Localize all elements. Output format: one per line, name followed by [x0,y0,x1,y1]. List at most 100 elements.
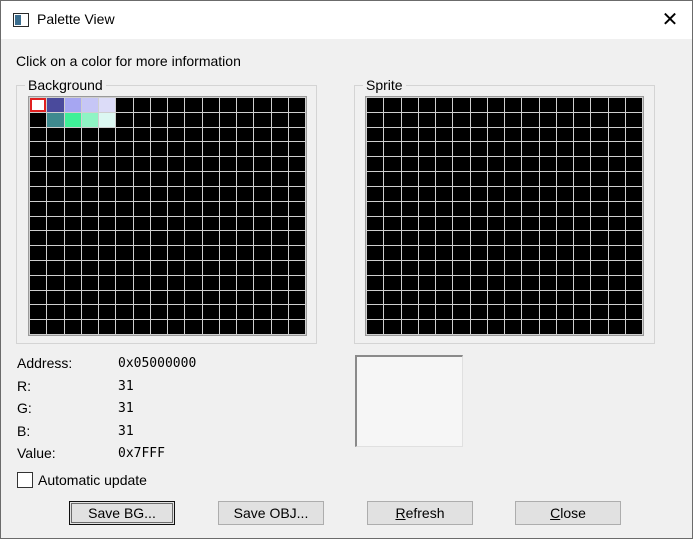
background-palette-swatch[interactable] [168,157,184,171]
background-palette-swatch[interactable] [99,172,115,186]
sprite-palette-swatch[interactable] [574,217,590,230]
sprite-palette-swatch[interactable] [505,261,521,275]
sprite-palette-swatch[interactable] [419,217,435,230]
sprite-palette-swatch[interactable] [557,187,573,201]
sprite-palette-swatch[interactable] [436,320,452,334]
background-palette-swatch[interactable] [254,276,271,290]
background-palette-swatch[interactable] [116,172,133,186]
sprite-palette-swatch[interactable] [540,98,556,112]
sprite-palette-swatch[interactable] [574,113,590,127]
sprite-palette-swatch[interactable] [436,231,452,245]
sprite-palette-swatch[interactable] [367,113,383,127]
background-palette-swatch[interactable] [82,276,98,290]
background-palette-swatch[interactable] [99,142,115,156]
sprite-palette-swatch[interactable] [505,187,521,201]
background-palette-swatch[interactable] [65,217,81,230]
sprite-palette-swatch[interactable] [522,113,539,127]
sprite-palette-swatch[interactable] [419,202,435,216]
sprite-palette-swatch[interactable] [436,157,452,171]
background-palette-swatch[interactable] [82,202,98,216]
sprite-palette-swatch[interactable] [453,231,470,245]
background-palette-swatch[interactable] [254,291,271,304]
background-palette-swatch[interactable] [254,246,271,260]
background-palette-swatch[interactable] [99,291,115,304]
sprite-palette-swatch[interactable] [591,305,608,319]
sprite-palette-swatch[interactable] [626,261,642,275]
sprite-palette-swatch[interactable] [557,305,573,319]
sprite-palette-swatch[interactable] [591,142,608,156]
sprite-palette-swatch[interactable] [419,305,435,319]
background-palette-swatch[interactable] [30,113,46,127]
sprite-palette-swatch[interactable] [626,276,642,290]
sprite-palette-swatch[interactable] [522,320,539,334]
background-palette-swatch[interactable] [185,172,202,186]
background-palette-swatch[interactable] [220,217,236,230]
background-palette-swatch[interactable] [254,128,271,141]
sprite-palette-swatch[interactable] [609,276,625,290]
sprite-palette-swatch[interactable] [384,128,401,141]
background-palette-swatch[interactable] [82,98,98,112]
sprite-palette-swatch[interactable] [436,261,452,275]
background-palette-swatch[interactable] [65,113,81,127]
sprite-palette-swatch[interactable] [540,246,556,260]
background-palette-swatch[interactable] [134,98,150,112]
sprite-palette-swatch[interactable] [436,291,452,304]
background-palette-swatch[interactable] [237,142,253,156]
background-palette-swatch[interactable] [99,113,115,127]
sprite-palette-swatch[interactable] [591,202,608,216]
sprite-palette-swatch[interactable] [471,276,487,290]
sprite-palette-swatch[interactable] [505,202,521,216]
sprite-palette-swatch[interactable] [505,172,521,186]
sprite-palette-swatch[interactable] [436,246,452,260]
sprite-palette-swatch[interactable] [453,217,470,230]
background-palette-swatch[interactable] [65,128,81,141]
sprite-palette-swatch[interactable] [557,157,573,171]
background-palette-swatch[interactable] [82,231,98,245]
background-palette-swatch[interactable] [168,142,184,156]
background-palette-swatch[interactable] [168,187,184,201]
background-palette-swatch[interactable] [220,98,236,112]
background-palette-swatch[interactable] [30,157,46,171]
background-palette-swatch[interactable] [185,142,202,156]
automatic-update-checkbox[interactable] [17,472,33,488]
background-palette-swatch[interactable] [203,142,219,156]
sprite-palette-swatch[interactable] [557,98,573,112]
background-palette-swatch-selected[interactable] [30,98,46,112]
background-palette-swatch[interactable] [47,172,64,186]
sprite-palette-swatch[interactable] [436,187,452,201]
sprite-palette-swatch[interactable] [402,305,418,319]
background-palette-swatch[interactable] [47,291,64,304]
background-palette-swatch[interactable] [237,128,253,141]
background-palette-swatch[interactable] [82,157,98,171]
sprite-palette-swatch[interactable] [488,291,504,304]
sprite-palette-swatch[interactable] [367,157,383,171]
background-palette-swatch[interactable] [272,187,288,201]
background-palette-swatch[interactable] [47,98,64,112]
background-palette-swatch[interactable] [65,157,81,171]
sprite-palette-swatch[interactable] [505,231,521,245]
sprite-palette-swatch[interactable] [574,320,590,334]
sprite-palette-swatch[interactable] [436,202,452,216]
background-palette-swatch[interactable] [237,217,253,230]
sprite-palette-swatch[interactable] [384,98,401,112]
sprite-palette-swatch[interactable] [419,142,435,156]
sprite-palette-swatch[interactable] [488,98,504,112]
background-palette-swatch[interactable] [289,217,305,230]
background-palette-swatch[interactable] [30,202,46,216]
background-palette-swatch[interactable] [203,305,219,319]
background-palette-swatch[interactable] [254,202,271,216]
sprite-palette-swatch[interactable] [402,246,418,260]
sprite-palette-swatch[interactable] [626,291,642,304]
background-palette-swatch[interactable] [237,246,253,260]
background-palette-swatch[interactable] [82,291,98,304]
background-palette-swatch[interactable] [151,231,167,245]
sprite-palette-swatch[interactable] [591,246,608,260]
sprite-palette-swatch[interactable] [609,320,625,334]
background-palette-swatch[interactable] [289,157,305,171]
background-palette-swatch[interactable] [237,261,253,275]
background-palette-swatch[interactable] [151,261,167,275]
sprite-palette-swatch[interactable] [471,246,487,260]
background-palette-swatch[interactable] [134,142,150,156]
sprite-palette-swatch[interactable] [488,202,504,216]
sprite-palette-swatch[interactable] [574,157,590,171]
